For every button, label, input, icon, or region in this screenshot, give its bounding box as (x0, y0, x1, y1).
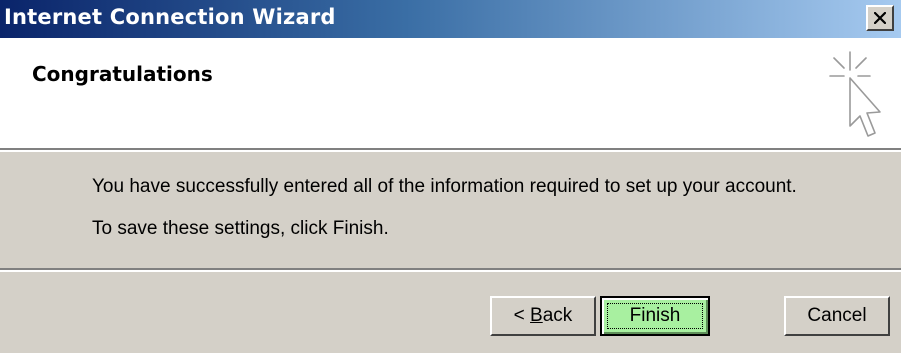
close-icon (874, 12, 886, 24)
finish-button-label: Finish (629, 305, 681, 326)
back-button-label: < Back (513, 305, 573, 326)
success-message: You have successfully entered all of the… (92, 176, 797, 197)
title-bar[interactable]: Internet Connection Wizard (0, 0, 901, 38)
wizard-window: Internet Connection Wizard Congratulatio… (0, 0, 901, 353)
close-button[interactable] (866, 5, 894, 31)
cancel-button[interactable]: Cancel (784, 296, 890, 336)
back-button[interactable]: < Back (490, 296, 596, 336)
instruction-message: To save these settings, click Finish. (92, 218, 389, 239)
page-title: Congratulations (32, 62, 213, 86)
window-title: Internet Connection Wizard (4, 5, 336, 29)
finish-button[interactable]: Finish (600, 296, 710, 336)
header-panel: Congratulations (0, 38, 901, 148)
wizard-cursor-icon (829, 51, 881, 137)
cancel-button-label: Cancel (807, 305, 867, 326)
